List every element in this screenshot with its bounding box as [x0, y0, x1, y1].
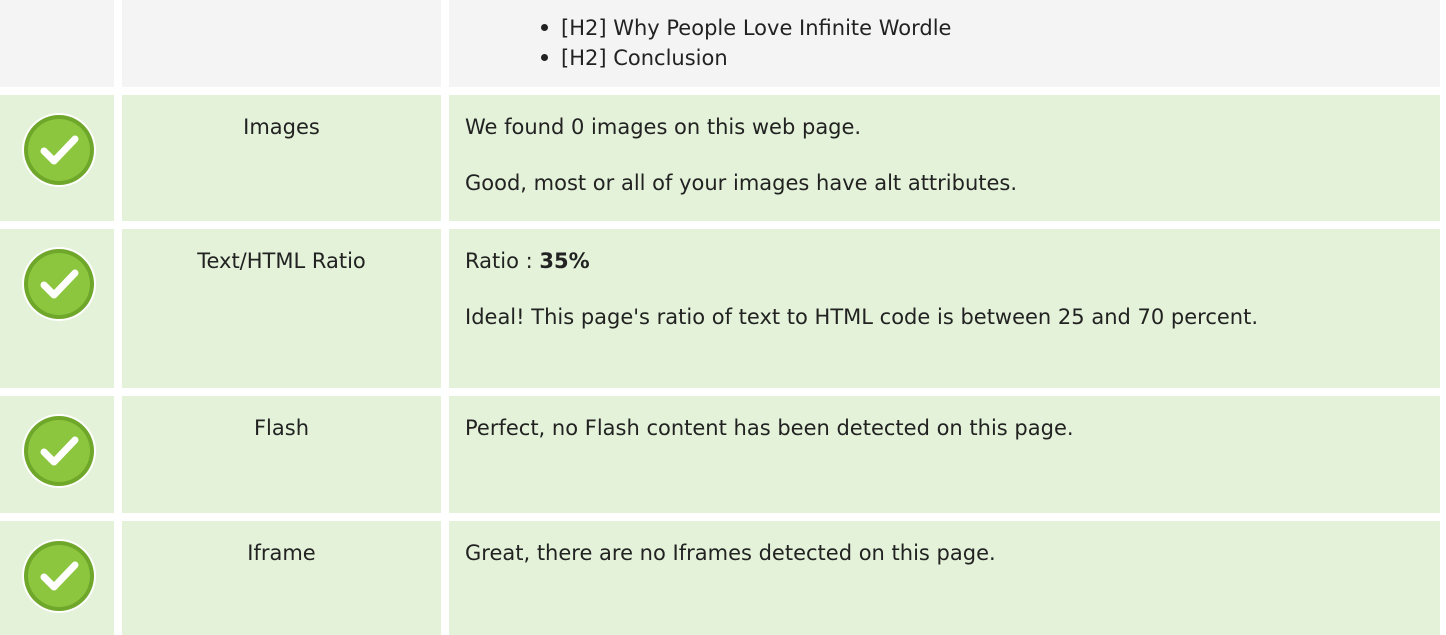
iframe-body-cell: Great, there are no Iframes detected on … — [449, 521, 1440, 635]
heading-item-text: [H2] Why People Love Infinite Wordle — [561, 16, 952, 40]
ratio-row: Text/HTML Ratio Ratio : 35% Ideal! This … — [0, 229, 1446, 388]
check-circle-icon — [22, 113, 96, 187]
iframe-name-cell: Iframe — [122, 521, 441, 635]
images-alt-text: Good, most or all of your images have al… — [465, 171, 1018, 195]
seo-report-table: [H2] Why People Love Infinite Wordle [H2… — [0, 0, 1446, 635]
flash-body-cell: Perfect, no Flash content has been detec… — [449, 396, 1440, 513]
check-circle-icon — [22, 539, 96, 613]
ratio-description: Ideal! This page's ratio of text to HTML… — [465, 305, 1259, 329]
ratio-label: Text/HTML Ratio — [197, 249, 366, 273]
images-label: Images — [243, 115, 320, 139]
images-icon-cell — [0, 95, 114, 221]
iframe-row: Iframe Great, there are no Iframes detec… — [0, 521, 1446, 635]
ratio-value-line: Ratio : 35% — [465, 246, 1418, 276]
headings-name-cell — [122, 0, 441, 87]
flash-label: Flash — [253, 416, 310, 440]
heading-item-text: [H2] Conclusion — [561, 46, 728, 70]
flash-name-cell: Flash — [122, 396, 441, 513]
list-item: [H2] Why People Love Infinite Wordle — [537, 13, 951, 43]
images-count-text: We found 0 images on this web page. — [465, 115, 862, 139]
headings-list: [H2] Why People Love Infinite Wordle [H2… — [537, 13, 951, 73]
ratio-body-cell: Ratio : 35% Ideal! This page's ratio of … — [449, 229, 1440, 388]
iframe-label: Iframe — [247, 541, 316, 565]
iframe-description: Great, there are no Iframes detected on … — [465, 541, 996, 565]
images-row: Images We found 0 images on this web pag… — [0, 95, 1446, 221]
check-circle-icon — [22, 247, 96, 321]
ratio-icon-cell — [0, 229, 114, 388]
flash-description: Perfect, no Flash content has been detec… — [465, 416, 1074, 440]
headings-body-cell: [H2] Why People Love Infinite Wordle [H2… — [449, 0, 1440, 87]
check-circle-icon — [22, 414, 96, 488]
headings-icon-cell — [0, 0, 114, 87]
headings-row: [H2] Why People Love Infinite Wordle [H2… — [0, 0, 1446, 87]
ratio-prefix: Ratio : — [465, 249, 540, 273]
list-item: [H2] Conclusion — [537, 43, 951, 73]
flash-row: Flash Perfect, no Flash content has been… — [0, 396, 1446, 513]
ratio-value: 35% — [539, 249, 590, 273]
iframe-icon-cell — [0, 521, 114, 635]
ratio-name-cell: Text/HTML Ratio — [122, 229, 441, 388]
flash-icon-cell — [0, 396, 114, 513]
images-body-cell: We found 0 images on this web page. Good… — [449, 95, 1440, 221]
images-name-cell: Images — [122, 95, 441, 221]
bullet-icon — [541, 24, 548, 31]
bullet-icon — [541, 54, 548, 61]
